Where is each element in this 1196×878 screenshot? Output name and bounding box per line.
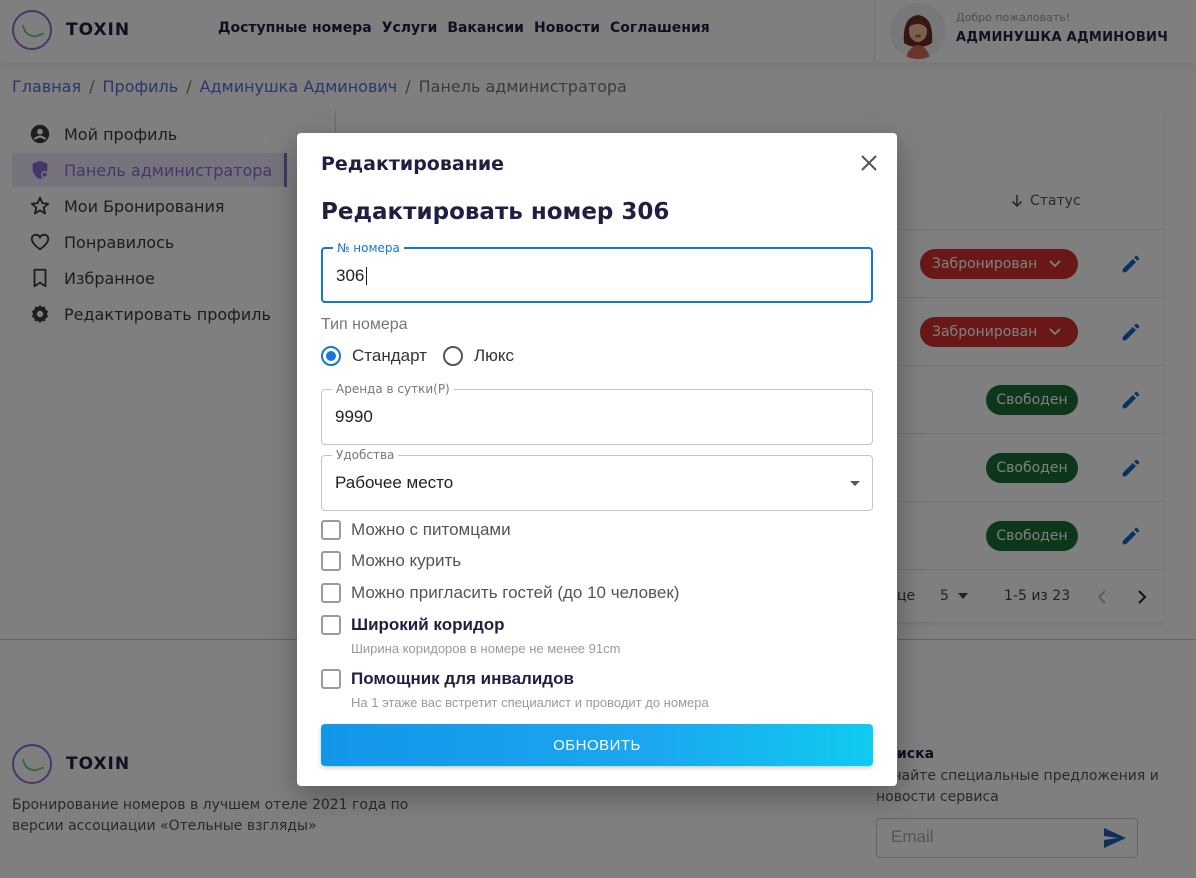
checkbox[interactable] xyxy=(321,583,341,603)
radio-label: Стандарт xyxy=(352,346,427,365)
checkbox-pets[interactable]: Можно с питомцами xyxy=(321,520,511,540)
checkbox-guests[interactable]: Можно пригласить гостей (до 10 человек) xyxy=(321,583,679,603)
checkbox-label: Можно с питомцами xyxy=(351,520,511,539)
update-button[interactable]: ОБНОВИТЬ xyxy=(321,724,873,766)
checkbox-smoking[interactable]: Можно курить xyxy=(321,551,461,571)
checkbox-hint: Ширина коридоров в номере не менее 91cm xyxy=(351,641,621,656)
amenities-select[interactable]: Удобства Рабочее место xyxy=(321,448,873,511)
radio-label: Люкс xyxy=(474,346,515,365)
checkbox[interactable] xyxy=(321,551,341,571)
room-number-value[interactable]: 306 xyxy=(336,266,364,286)
price-value[interactable]: 9990 xyxy=(335,407,373,427)
radio-button[interactable] xyxy=(443,346,463,366)
room-number-field[interactable]: № номера 306 xyxy=(321,241,873,303)
form-heading: Редактировать номер 306 xyxy=(321,199,670,225)
checkbox[interactable] xyxy=(321,669,341,689)
radio-standard[interactable]: Стандарт xyxy=(321,346,427,366)
close-icon[interactable] xyxy=(857,151,881,175)
radio-lux[interactable]: Люкс xyxy=(443,346,514,366)
checkbox-label: Широкий коридор xyxy=(351,615,505,634)
dialog-title: Редактирование xyxy=(321,153,505,175)
checkbox-hint: На 1 этаже вас встретит специалист и про… xyxy=(351,695,709,710)
text-cursor xyxy=(366,267,367,285)
edit-room-dialog: Редактирование Редактировать номер 306 №… xyxy=(297,133,897,786)
room-type-label: Тип номера xyxy=(321,316,408,333)
radio-button-checked[interactable] xyxy=(321,346,341,366)
checkbox-wide-corridor[interactable]: Широкий коридор xyxy=(321,615,505,635)
checkbox-disabled-assistant[interactable]: Помощник для инвалидов xyxy=(321,669,574,689)
checkbox-label: Можно курить xyxy=(351,551,462,570)
checkbox[interactable] xyxy=(321,520,341,540)
amenities-value: Рабочее место xyxy=(335,473,454,492)
checkbox[interactable] xyxy=(321,615,341,635)
amenities-label: Удобства xyxy=(332,448,399,462)
dropdown-arrow-icon xyxy=(850,481,860,486)
checkbox-label: Можно пригласить гостей (до 10 человек) xyxy=(351,583,680,602)
checkbox-label: Помощник для инвалидов xyxy=(351,669,574,688)
room-number-label: № номера xyxy=(333,241,404,255)
price-field[interactable]: Аренда в сутки(Р) 9990 xyxy=(321,382,873,445)
price-label: Аренда в сутки(Р) xyxy=(332,382,454,396)
